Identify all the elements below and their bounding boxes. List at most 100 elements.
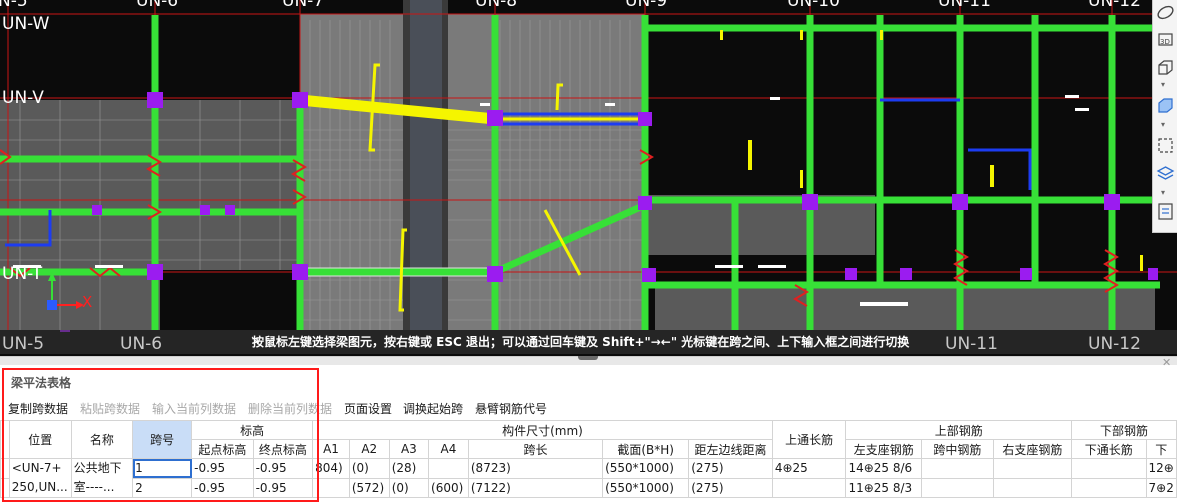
grid-label-bottom: UN-11 bbox=[945, 334, 998, 354]
header-position[interactable]: 位置 bbox=[8, 420, 72, 459]
header-section[interactable]: 截面(B*H) bbox=[602, 439, 690, 459]
header-start-elev[interactable]: 起点标高 bbox=[191, 439, 254, 459]
cell-mid-span[interactable] bbox=[921, 458, 994, 479]
beam-table-panel: 梁平法表格 ✕ 复制跨数据 粘贴跨数据 输入当前列数据 删除当前列数据 页面设置… bbox=[0, 356, 1177, 503]
cell-a2[interactable]: (572) bbox=[348, 477, 390, 498]
paste-span-button[interactable]: 粘贴跨数据 bbox=[80, 400, 140, 417]
cell-position-line1: <UN-7+ bbox=[11, 461, 62, 475]
properties-icon[interactable] bbox=[1156, 202, 1175, 221]
cell-bottom-continuous[interactable] bbox=[1070, 477, 1147, 498]
cell-span-length[interactable]: (7122) bbox=[467, 477, 604, 498]
cell-a1[interactable]: 804) bbox=[312, 458, 350, 479]
cell-a3[interactable]: (0) bbox=[388, 477, 430, 498]
cell-bottom-clip[interactable]: 12⊕ bbox=[1145, 458, 1177, 479]
beam-table: 位置 名称 跨号 标高 构件尺寸(mm) 上通长筋 上部钢筋 下部钢筋 起点标高… bbox=[0, 420, 1177, 498]
header-bottom-continuous[interactable]: 下通长筋 bbox=[1070, 439, 1147, 459]
cell-position[interactable]: <UN-7+ 250,UN... bbox=[8, 458, 72, 498]
header-end-elev[interactable]: 终点标高 bbox=[252, 439, 314, 459]
header-left-support[interactable]: 左支座钢筋 bbox=[845, 439, 923, 459]
page-setup-button[interactable]: 页面设置 bbox=[344, 400, 392, 417]
header-a2[interactable]: A2 bbox=[348, 439, 390, 459]
header-top-continuous[interactable]: 上通长筋 bbox=[771, 420, 847, 459]
cell-end-elev[interactable]: -0.95 bbox=[252, 477, 314, 498]
cell-edge-distance[interactable]: (275) bbox=[688, 458, 773, 479]
cell-end-elev[interactable]: -0.95 bbox=[252, 458, 314, 479]
cell-a4[interactable]: (600) bbox=[428, 477, 469, 498]
cell-section[interactable]: (550*1000) bbox=[602, 477, 690, 498]
panel-toolbar: 复制跨数据 粘贴跨数据 输入当前列数据 删除当前列数据 页面设置 调换起始跨 悬… bbox=[0, 397, 1177, 419]
header-a4[interactable]: A4 bbox=[428, 439, 469, 459]
header-name[interactable]: 名称 bbox=[70, 420, 134, 459]
layer-icon[interactable] bbox=[1156, 165, 1175, 184]
row-header[interactable] bbox=[0, 477, 10, 498]
cantilever-code-button[interactable]: 悬臂钢筋代号 bbox=[475, 400, 547, 417]
cell-start-elev[interactable]: -0.95 bbox=[191, 458, 254, 479]
cell-span-no[interactable]: 1 bbox=[132, 458, 193, 479]
cell-a1[interactable] bbox=[312, 477, 350, 498]
cell-bottom-clip[interactable]: 7⊕2 bbox=[1145, 477, 1177, 498]
row-header[interactable] bbox=[0, 458, 10, 479]
app-window: N-5 UN-6 UN-7 UN-8 UN-9 UN-10 UN-11 UN-1… bbox=[0, 0, 1177, 503]
cad-viewport[interactable]: N-5 UN-6 UN-7 UN-8 UN-9 UN-10 UN-11 UN-1… bbox=[0, 0, 1177, 356]
header-member-size[interactable]: 构件尺寸(mm) bbox=[312, 420, 773, 440]
header-bottom-clip[interactable]: 下 bbox=[1145, 439, 1177, 459]
grid-label-left: UN-V bbox=[2, 88, 44, 108]
chevron-down-icon[interactable]: ▾ bbox=[1161, 80, 1165, 89]
chevron-down-icon[interactable]: ▾ bbox=[1161, 188, 1165, 197]
cell-top-continuous[interactable] bbox=[771, 477, 847, 498]
table-row: <UN-7+ 250,UN... 公共地下 室----... 1 -0.95 -0.… bbox=[0, 458, 1177, 498]
svg-text:3D: 3D bbox=[1160, 38, 1170, 46]
cell-right-support[interactable] bbox=[992, 458, 1072, 479]
cell-span-no[interactable]: 2 bbox=[132, 477, 193, 498]
cell-mid-span[interactable] bbox=[921, 477, 994, 498]
header-elevation[interactable]: 标高 bbox=[191, 420, 314, 440]
header-bottom-rebar[interactable]: 下部钢筋 bbox=[1070, 420, 1177, 440]
command-hint-text: 按鼠标左键选择梁图元，按右键或 ESC 退出；可以通过回车键及 Shift+"→… bbox=[252, 335, 910, 349]
adjust-start-span-button[interactable]: 调换起始跨 bbox=[403, 400, 463, 417]
copy-span-button[interactable]: 复制跨数据 bbox=[8, 400, 68, 417]
header-right-support[interactable]: 右支座钢筋 bbox=[992, 439, 1072, 459]
splitter-grip[interactable] bbox=[578, 356, 598, 360]
header-edge-distance[interactable]: 距左边线距离 bbox=[688, 439, 773, 459]
grid-label-bottom: UN-5 bbox=[2, 334, 45, 354]
close-icon[interactable]: ✕ bbox=[1162, 356, 1171, 369]
cell-edge-distance[interactable]: (275) bbox=[688, 477, 773, 498]
row-header-corner bbox=[0, 420, 10, 459]
delete-column-button[interactable]: 删除当前列数据 bbox=[248, 400, 332, 417]
dashed-box-icon[interactable] bbox=[1156, 136, 1175, 155]
cell-name[interactable]: 公共地下 室----... bbox=[70, 458, 134, 498]
cell-left-support[interactable]: 14⊕25 8/6 bbox=[845, 458, 923, 479]
header-span-length[interactable]: 跨长 bbox=[467, 439, 604, 459]
cell-bottom-continuous[interactable] bbox=[1070, 458, 1147, 479]
header-top-rebar[interactable]: 上部钢筋 bbox=[845, 420, 1072, 440]
cell-start-elev[interactable]: -0.95 bbox=[191, 477, 254, 498]
panel-title: 梁平法表格 bbox=[11, 376, 72, 390]
cell-right-support[interactable] bbox=[992, 477, 1072, 498]
cell-top-continuous[interactable]: 4⊕25 bbox=[771, 458, 847, 479]
cell-a4[interactable] bbox=[428, 458, 469, 479]
cell-left-support[interactable]: 11⊕25 8/3 bbox=[845, 477, 923, 498]
grid-label-top: UN-12 bbox=[1088, 0, 1141, 11]
cell-a3[interactable]: (28) bbox=[388, 458, 430, 479]
grid-label-left: UN-W bbox=[2, 14, 50, 34]
header-a1[interactable]: A1 bbox=[312, 439, 350, 459]
header-span-no[interactable]: 跨号 bbox=[132, 420, 193, 459]
cell-span-length[interactable]: (8723) bbox=[467, 458, 604, 479]
header-mid-span[interactable]: 跨中钢筋 bbox=[921, 439, 994, 459]
cell-section[interactable]: (550*1000) bbox=[602, 458, 690, 479]
orbit-icon[interactable] bbox=[1156, 3, 1175, 22]
cad-drawing[interactable] bbox=[0, 0, 1177, 356]
cell-a2[interactable]: (0) bbox=[348, 458, 390, 479]
cube-shaded-icon[interactable] bbox=[1156, 96, 1175, 115]
grid-label-bottom: UN-6 bbox=[120, 334, 163, 354]
cube-icon[interactable] bbox=[1156, 58, 1175, 77]
grid-label-top: UN-10 bbox=[787, 0, 840, 11]
grid-label-top: UN-11 bbox=[938, 0, 991, 11]
panel-header: 梁平法表格 ✕ bbox=[0, 356, 1177, 395]
chevron-down-icon[interactable]: ▾ bbox=[1161, 120, 1165, 129]
grid-label-top: UN-8 bbox=[475, 0, 518, 11]
header-a3[interactable]: A3 bbox=[388, 439, 430, 459]
3d-view-icon[interactable]: 3D bbox=[1156, 30, 1175, 49]
input-column-button[interactable]: 输入当前列数据 bbox=[152, 400, 236, 417]
cell-name-line2: 室----... bbox=[73, 480, 115, 494]
